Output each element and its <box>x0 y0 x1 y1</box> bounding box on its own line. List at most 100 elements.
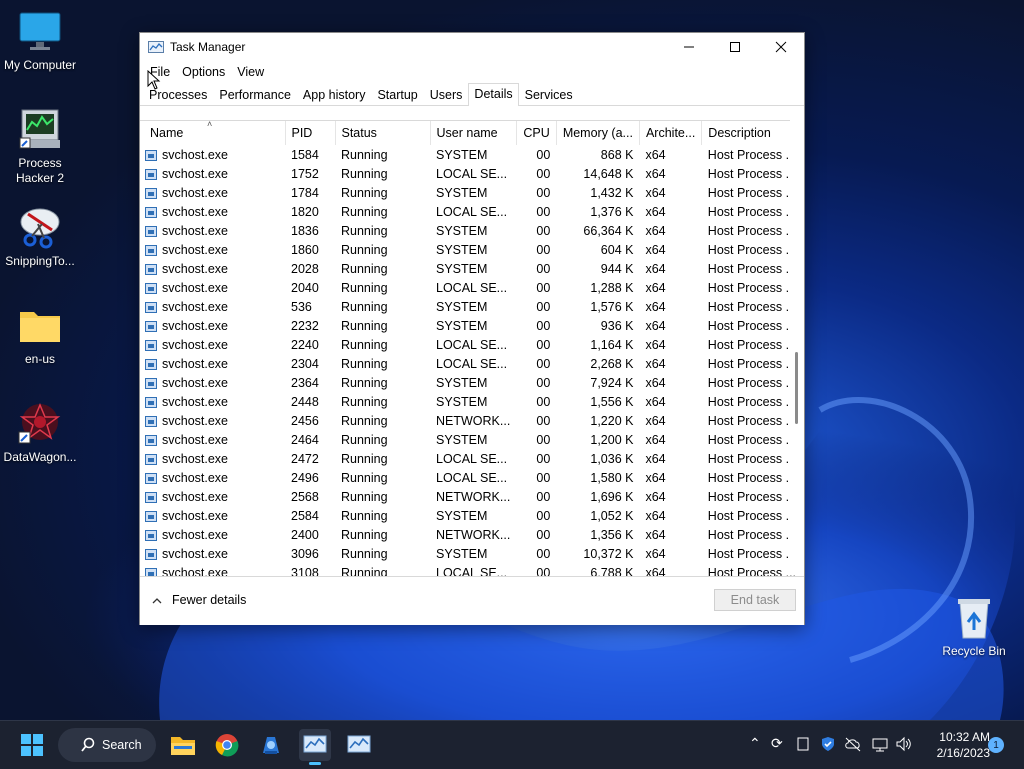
taskbar-task-manager-2[interactable] <box>343 729 375 761</box>
taskbar-file-explorer[interactable] <box>167 729 199 761</box>
table-row[interactable]: svchost.exe 2496 Running LOCAL SE... 00 1,580… <box>140 468 802 487</box>
start-button[interactable] <box>16 729 48 761</box>
cell-name: svchost.exe <box>140 411 285 430</box>
cell-name: svchost.exe <box>140 449 285 468</box>
cell-user-name: SYSTEM <box>436 147 488 162</box>
table-row[interactable]: svchost.exe 2456 Running NETWORK... 00 1,220 … <box>140 411 802 430</box>
table-row[interactable]: svchost.exe 2584 Running SYSTEM 00 1,052 K x64… <box>140 506 802 525</box>
network-icon[interactable] <box>872 736 888 755</box>
scrollbar-thumb[interactable] <box>795 352 798 424</box>
desktop-icon-my-computer[interactable]: My Computer <box>0 10 80 73</box>
table-row[interactable]: svchost.exe 3096 Running SYSTEM 00 10,372 K x6… <box>140 544 802 563</box>
table-row[interactable]: svchost.exe 2364 Running SYSTEM 00 7,924 K x64… <box>140 373 802 392</box>
table-row[interactable]: svchost.exe 2400 Running NETWORK... 00 1,356 … <box>140 525 802 544</box>
close-button[interactable] <box>758 33 804 61</box>
cell-pid: 2028 <box>291 261 319 276</box>
cell-architecture: x64 <box>645 413 666 428</box>
desktop-icon-en-us-folder[interactable]: en-us <box>0 304 80 367</box>
process-icon <box>145 434 157 446</box>
cell-cpu: 00 <box>536 451 551 466</box>
table-row[interactable]: svchost.exe 2464 Running SYSTEM 00 1,200 K x64… <box>140 430 802 449</box>
vertical-scrollbar[interactable] <box>790 120 804 575</box>
desktop-icon-snipping-tool[interactable]: SnippingTo... <box>0 206 80 269</box>
cell-user-name: SYSTEM <box>436 508 488 523</box>
process-icon <box>145 339 157 351</box>
cell-user-name: NETWORK... <box>436 527 511 542</box>
cell-description: Host Process ... <box>707 527 797 542</box>
col-header-name[interactable]: Name ˄ <box>140 121 286 145</box>
menu-options[interactable]: Options <box>176 65 231 79</box>
title-bar[interactable]: Task Manager <box>140 33 804 61</box>
cell-architecture: x64 <box>645 318 666 333</box>
cell-pid: 2240 <box>291 337 319 352</box>
taskbar-datawagon[interactable] <box>255 729 287 761</box>
table-row[interactable]: svchost.exe 1860 Running SYSTEM 00 604 K x64 Ho… <box>140 240 802 259</box>
cell-status: Running <box>341 223 388 238</box>
taskbar-search[interactable]: Search <box>58 728 156 762</box>
table-row[interactable]: svchost.exe 2232 Running SYSTEM 00 936 K x64 Ho… <box>140 316 802 335</box>
taskbar-task-manager-1[interactable] <box>299 729 331 765</box>
col-header-user-name[interactable]: User name <box>430 121 517 145</box>
cell-cpu: 00 <box>536 166 551 181</box>
tab-users[interactable]: Users <box>424 84 469 105</box>
table-row[interactable]: svchost.exe 2472 Running LOCAL SE... 00 1,036… <box>140 449 802 468</box>
menu-view[interactable]: View <box>231 65 270 79</box>
cell-cpu: 00 <box>536 432 551 447</box>
details-table: Name ˄ PID Status User name CPU Memory (… <box>140 121 803 576</box>
col-header-status[interactable]: Status <box>335 121 431 145</box>
desktop-icon-process-hacker[interactable]: Process Hacker 2 <box>0 108 80 186</box>
cloud-offline-icon[interactable] <box>844 736 862 755</box>
table-row[interactable]: svchost.exe 2240 Running LOCAL SE... 00 1,164… <box>140 335 802 354</box>
tab-startup[interactable]: Startup <box>371 84 423 105</box>
tablet-icon[interactable] <box>797 737 809 754</box>
taskbar: Search ⌃ ⟳ 10:32 AM 2/16/2023 1 <box>0 720 1024 769</box>
taskbar-chrome[interactable] <box>211 729 243 761</box>
table-row[interactable]: svchost.exe 3108 Running LOCAL SE... 00 6,788… <box>140 563 802 576</box>
table-row[interactable]: svchost.exe 2040 Running LOCAL SE... 00 1,288… <box>140 278 802 297</box>
fewer-details-button[interactable]: Fewer details <box>152 593 246 607</box>
table-row[interactable]: svchost.exe 536 Running SYSTEM 00 1,576 K x64 H… <box>140 297 802 316</box>
table-row[interactable]: svchost.exe 2448 Running SYSTEM 00 1,556 K x64… <box>140 392 802 411</box>
cell-pid: 2232 <box>291 318 319 333</box>
cell-status: Running <box>341 375 388 390</box>
cell-user-name: SYSTEM <box>436 242 488 257</box>
taskbar-clock[interactable]: 10:32 AM 2/16/2023 <box>922 729 990 761</box>
chrome-icon <box>215 734 239 757</box>
desktop-icon-datawagon[interactable]: DataWagon... <box>0 402 80 465</box>
col-header-description[interactable]: Description <box>701 121 803 145</box>
notification-badge[interactable]: 1 <box>988 737 1004 753</box>
col-header-architecture[interactable]: Archite... <box>639 121 703 145</box>
table-row[interactable]: svchost.exe 1820 Running LOCAL SE... 00 1,376… <box>140 202 802 221</box>
col-header-memory[interactable]: Memory (a... <box>556 121 640 145</box>
table-row[interactable]: svchost.exe 1752 Running LOCAL SE... 00 14,64… <box>140 164 802 183</box>
shield-icon[interactable] <box>820 736 836 755</box>
sync-icon[interactable]: ⟳ <box>771 735 783 752</box>
table-row[interactable]: svchost.exe 2028 Running SYSTEM 00 944 K x64 Ho… <box>140 259 802 278</box>
process-icon <box>145 510 157 522</box>
maximize-button[interactable] <box>712 33 758 61</box>
desktop-icon-recycle-bin[interactable]: Recycle Bin <box>934 596 1014 659</box>
process-icon <box>145 472 157 484</box>
desktop-icon-label: SnippingTo... <box>5 254 75 268</box>
end-task-button[interactable]: End task <box>714 589 796 611</box>
minimize-button[interactable] <box>666 33 712 61</box>
table-row[interactable]: svchost.exe 1836 Running SYSTEM 00 66,364 K x6… <box>140 221 802 240</box>
tab-app-history[interactable]: App history <box>297 84 372 105</box>
table-row[interactable]: svchost.exe 2568 Running NETWORK... 00 1,696 … <box>140 487 802 506</box>
cell-name: svchost.exe <box>140 297 285 316</box>
tab-services[interactable]: Services <box>519 84 579 105</box>
volume-icon[interactable] <box>895 736 913 755</box>
table-row[interactable]: svchost.exe 1784 Running SYSTEM 00 1,432 K x64… <box>140 183 802 202</box>
tab-details[interactable]: Details <box>468 83 519 106</box>
tab-performance[interactable]: Performance <box>213 84 297 105</box>
cell-user-name: LOCAL SE... <box>436 204 508 219</box>
table-row[interactable]: svchost.exe 1584 Running SYSTEM 00 868 K x64 Ho… <box>140 145 802 164</box>
cell-memory: 1,164 K <box>590 337 634 352</box>
cell-name: svchost.exe <box>140 563 285 576</box>
process-icon <box>145 282 157 294</box>
chevron-up-icon[interactable]: ⌃ <box>749 735 761 752</box>
col-header-cpu[interactable]: CPU <box>516 121 557 145</box>
table-row[interactable]: svchost.exe 2304 Running LOCAL SE... 00 2,268… <box>140 354 802 373</box>
cell-name: svchost.exe <box>140 240 285 259</box>
col-header-pid[interactable]: PID <box>285 121 336 145</box>
